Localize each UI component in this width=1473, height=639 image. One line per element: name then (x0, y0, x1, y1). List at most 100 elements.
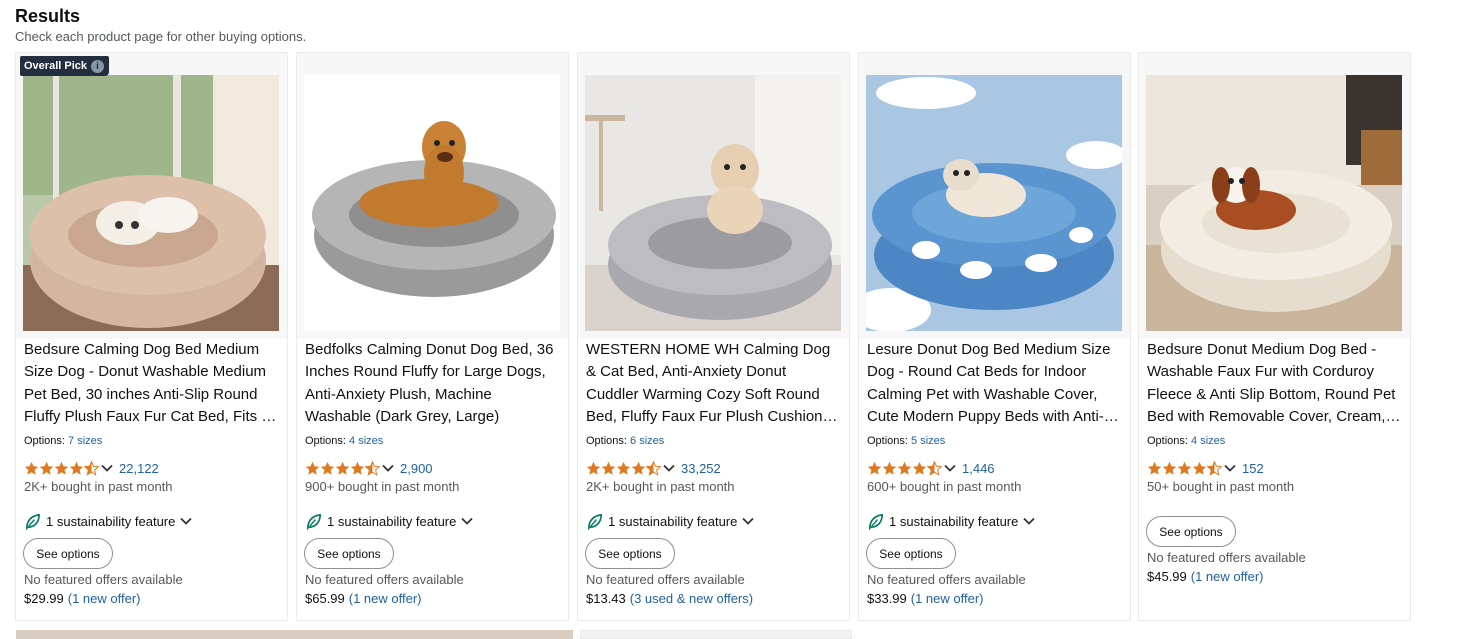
chevron-down-icon (461, 517, 473, 525)
rating-count[interactable]: 2,900 (400, 461, 433, 476)
leaf-icon (25, 513, 40, 530)
options-label: Options: (305, 435, 346, 447)
star-rating[interactable] (24, 460, 99, 476)
rating-count[interactable]: 33,252 (681, 461, 721, 476)
sustainability-feature[interactable]: 1 sustainability feature (305, 511, 474, 531)
overall-pick-badge[interactable]: Overall Pick i (20, 56, 109, 76)
product-card[interactable]: WESTERN HOME WH Calming Dog & Cat Bed, A… (577, 52, 850, 621)
no-offers-text: No featured offers available (305, 572, 464, 587)
chevron-down-icon[interactable] (381, 461, 395, 475)
sustainability-feature[interactable]: 1 sustainability feature (586, 511, 755, 531)
sustainability-feature[interactable]: 1 sustainability feature (867, 511, 1036, 531)
info-icon[interactable]: i (91, 59, 104, 73)
price-row: $29.99 (1 new offer) (24, 591, 141, 606)
leaf-icon (306, 513, 321, 530)
product-image[interactable] (304, 75, 560, 331)
rating-count[interactable]: 22,122 (119, 461, 159, 476)
product-image-area (578, 53, 849, 339)
offer-link[interactable]: (1 new offer) (911, 591, 984, 606)
offer-link[interactable]: (1 new offer) (1191, 569, 1264, 584)
product-options: Options: 7 sizes (24, 435, 102, 447)
price-row: $45.99 (1 new offer) (1147, 569, 1264, 584)
price: $29.99 (24, 591, 64, 606)
chevron-down-icon[interactable] (662, 461, 676, 475)
product-image-area (16, 53, 287, 339)
product-options: Options: 5 sizes (867, 435, 945, 447)
star-icon (601, 461, 616, 475)
star-icon (350, 461, 365, 475)
bought-text: 900+ bought in past month (305, 479, 460, 494)
next-row-card-peek (580, 630, 852, 639)
chevron-down-icon[interactable] (100, 461, 114, 475)
product-title[interactable]: Lesure Donut Dog Bed Medium Size Dog - R… (867, 339, 1123, 429)
rating-count[interactable]: 152 (1242, 461, 1264, 476)
product-image[interactable] (866, 75, 1122, 331)
bought-text: 2K+ bought in past month (24, 479, 173, 494)
chevron-down-icon (180, 517, 192, 525)
product-options: Options: 4 sizes (305, 435, 383, 447)
rating-row: 152 (1147, 458, 1264, 478)
star-rating[interactable] (1147, 460, 1222, 476)
star-icon (882, 461, 897, 475)
product-card[interactable]: Lesure Donut Dog Bed Medium Size Dog - R… (858, 52, 1131, 621)
no-offers-text: No featured offers available (24, 572, 183, 587)
product-image[interactable] (23, 75, 279, 331)
see-options-button[interactable]: See options (866, 538, 956, 569)
options-link[interactable]: 5 sizes (911, 435, 945, 447)
star-rating[interactable] (586, 460, 661, 476)
options-link[interactable]: 4 sizes (1191, 435, 1225, 447)
see-options-button[interactable]: See options (304, 538, 394, 569)
star-rating[interactable] (867, 460, 942, 476)
star-icon (69, 461, 84, 475)
options-link[interactable]: 6 sizes (630, 435, 664, 447)
chevron-down-icon[interactable] (943, 461, 957, 475)
star-icon (631, 461, 646, 475)
product-title[interactable]: Bedsure Donut Medium Dog Bed - Washable … (1147, 339, 1403, 429)
no-offers-text: No featured offers available (586, 572, 745, 587)
see-options-button[interactable]: See options (1146, 516, 1236, 547)
see-options-button[interactable]: See options (585, 538, 675, 569)
rating-row: 33,252 (586, 458, 721, 478)
bought-text: 50+ bought in past month (1147, 479, 1295, 494)
options-link[interactable]: 4 sizes (349, 435, 383, 447)
options-link[interactable]: 7 sizes (68, 435, 102, 447)
chevron-down-icon[interactable] (1223, 461, 1237, 475)
price-row: $33.99 (1 new offer) (867, 591, 984, 606)
product-options: Options: 6 sizes (586, 435, 664, 447)
sustainability-label: 1 sustainability feature (46, 513, 176, 529)
star-icon (54, 461, 69, 475)
product-title[interactable]: Bedsure Calming Dog Bed Medium Size Dog … (24, 339, 280, 429)
offer-link[interactable]: (1 new offer) (349, 591, 422, 606)
leaf-icon (868, 513, 883, 530)
star-rating[interactable] (305, 460, 380, 476)
sustainability-feature[interactable]: 1 sustainability feature (24, 511, 193, 531)
star-icon (24, 461, 39, 475)
options-label: Options: (586, 435, 627, 447)
offer-link[interactable]: (1 new offer) (68, 591, 141, 606)
star-icon (1147, 461, 1162, 475)
product-card[interactable]: Bedfolks Calming Donut Dog Bed, 36 Inche… (296, 52, 569, 621)
see-options-button[interactable]: See options (23, 538, 113, 569)
price-row: $13.43 (3 used & new offers) (586, 591, 753, 606)
product-image-area (1139, 53, 1410, 339)
sustainability-label: 1 sustainability feature (889, 513, 1019, 529)
star-icon (867, 461, 882, 475)
star-icon (586, 461, 601, 475)
product-options: Options: 4 sizes (1147, 435, 1225, 447)
options-label: Options: (1147, 435, 1188, 447)
product-image[interactable] (1146, 75, 1402, 331)
product-title[interactable]: Bedfolks Calming Donut Dog Bed, 36 Inche… (305, 339, 561, 429)
options-label: Options: (24, 435, 65, 447)
rating-count[interactable]: 1,446 (962, 461, 995, 476)
rating-row: 2,900 (305, 458, 433, 478)
product-image[interactable] (585, 75, 841, 331)
product-card[interactable]: Overall Pick i Bedsure Calming Dog Bed M… (15, 52, 288, 621)
product-image-area (297, 53, 568, 339)
star-icon (39, 461, 54, 475)
sustainability-label: 1 sustainability feature (608, 513, 738, 529)
offer-link[interactable]: (3 used & new offers) (630, 591, 753, 606)
product-card[interactable]: Bedsure Donut Medium Dog Bed - Washable … (1138, 52, 1411, 621)
price: $33.99 (867, 591, 907, 606)
results-header: Results Check each product page for othe… (15, 4, 306, 46)
product-title[interactable]: WESTERN HOME WH Calming Dog & Cat Bed, A… (586, 339, 842, 429)
